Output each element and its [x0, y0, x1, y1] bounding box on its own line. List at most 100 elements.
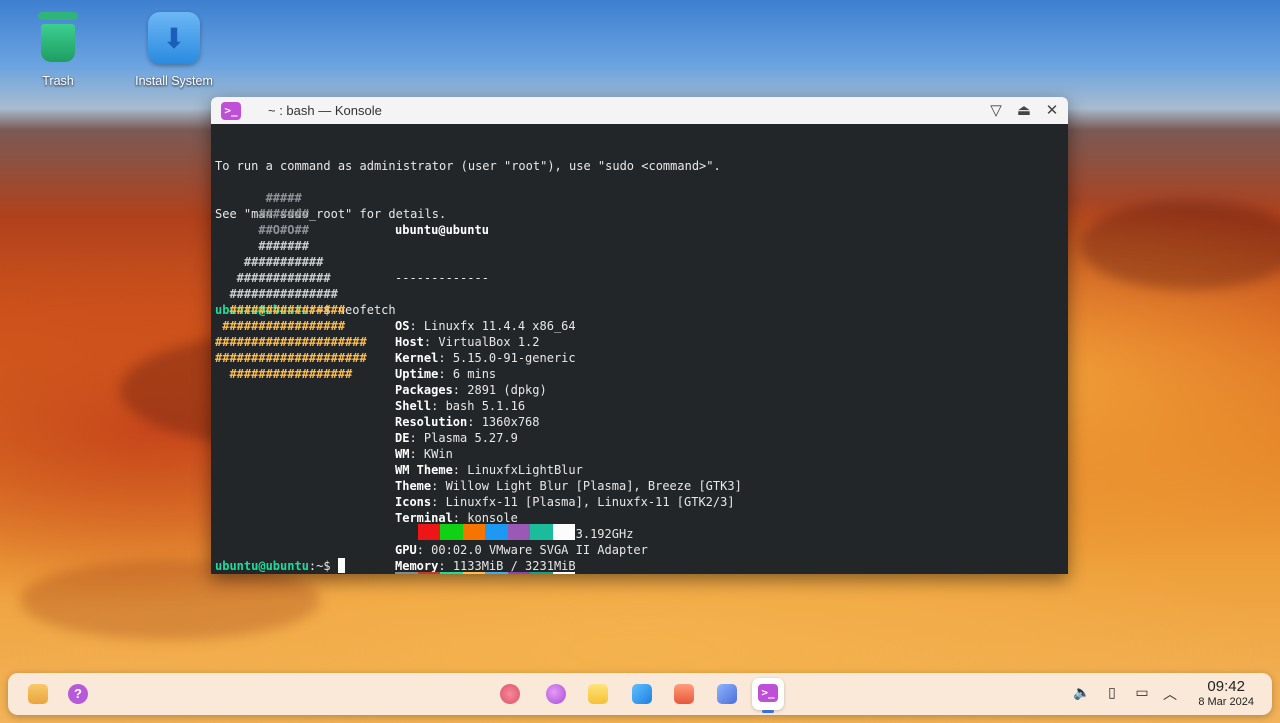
konsole-icon: >_ [221, 101, 241, 120]
taskbar: ? >_ 🔈 ▯ ▭ ︿ 09:42 8 Mar 2024 [8, 673, 1272, 715]
color-swatch [395, 524, 418, 540]
color-palette [395, 492, 575, 574]
maximize-icon[interactable]: ⏏ [1014, 101, 1034, 121]
color-swatch [507, 572, 530, 574]
color-swatch [530, 572, 553, 574]
distro-logo: ##### ####### ##O#O## ####### ##########… [215, 190, 367, 382]
color-swatch [507, 524, 530, 540]
color-swatch [552, 572, 575, 574]
clock-date: 8 Mar 2024 [1198, 696, 1254, 708]
info-key: WM Theme [395, 463, 453, 477]
info-header: ubuntu@ubuntu [395, 223, 489, 237]
prompt-path: :~$ [308, 559, 338, 573]
text-cursor [337, 558, 345, 573]
shade-icon[interactable]: ▽ [986, 101, 1006, 121]
clock-time: 09:42 [1207, 678, 1245, 695]
prompt-line: ubuntu@ubuntu:~$ [215, 558, 345, 574]
logo-line: ##################### [215, 335, 367, 349]
windows-icon[interactable] [632, 684, 652, 704]
info-key: Host [395, 335, 424, 349]
color-swatch [462, 572, 485, 574]
clock[interactable]: 09:42 8 Mar 2024 [1198, 678, 1254, 709]
info-key: DE [395, 431, 410, 445]
konsole-window[interactable]: >_ ~ : bash — Konsole ▽ ⏏ ✕ To run a com… [211, 97, 1068, 574]
info-value: 5.15.0-91-generic [452, 351, 576, 365]
color-swatch [485, 524, 508, 540]
info-value: Plasma 5.27.9 [423, 431, 518, 445]
prompt-user: ubuntu@ubuntu [215, 559, 309, 573]
terminal-area[interactable]: To run a command as administrator (user … [211, 124, 1068, 574]
logo-line: ################ [215, 303, 346, 317]
install-icon: ⬇ [148, 12, 200, 64]
desktop-icon-label: Install System [135, 74, 213, 88]
info-key: Theme [395, 479, 432, 493]
trash-icon [32, 12, 84, 64]
color-swatch [440, 572, 463, 574]
info-key: Packages [395, 383, 453, 397]
software-icon[interactable] [717, 684, 737, 704]
notes-icon[interactable] [588, 684, 608, 704]
launcher-icon[interactable] [500, 684, 520, 704]
info-key: Uptime [395, 367, 439, 381]
logo-line: ##### [215, 191, 302, 205]
logo-line: ########### [215, 255, 324, 269]
color-swatch [440, 524, 463, 540]
info-line: Kernel: 5.15.0-91-generic [395, 351, 576, 365]
search-icon[interactable] [546, 684, 566, 704]
color-swatch [530, 524, 553, 540]
help-icon[interactable]: ? [68, 684, 88, 704]
info-line: OS: Linuxfx 11.4.4 x86_64 [395, 319, 576, 333]
info-value: 6 mins [452, 367, 497, 381]
info-value: 1360x768 [481, 415, 540, 429]
info-line: DE: Plasma 5.27.9 [395, 431, 518, 445]
volume-icon[interactable]: 🔈 [1072, 684, 1092, 701]
logo-line: ################# [215, 367, 353, 381]
desktop-icon-install-system[interactable]: ⬇ Install System [129, 12, 219, 88]
color-swatch [417, 572, 440, 574]
taskbar-konsole[interactable]: >_ [752, 678, 784, 713]
active-indicator [762, 710, 774, 713]
info-value: Linuxfx 11.4.4 x86_64 [423, 319, 576, 333]
info-line: Shell: bash 5.1.16 [395, 399, 526, 413]
info-key: WM [395, 447, 410, 461]
logo-line: ############# [215, 271, 331, 285]
color-swatch [462, 524, 485, 540]
info-value: LinuxfxLightBlur [467, 463, 583, 477]
info-line: Uptime: 6 mins [395, 367, 497, 381]
info-line: Resolution: 1360x768 [395, 415, 540, 429]
logo-line: ##################### [215, 351, 367, 365]
info-separator: ------------- [395, 271, 489, 285]
info-key: OS [395, 319, 410, 333]
files-icon[interactable] [28, 684, 48, 704]
battery-icon[interactable]: ▯ [1102, 684, 1122, 701]
color-swatch [552, 524, 575, 540]
info-key: Kernel [395, 351, 439, 365]
info-value: 2891 (dpkg) [467, 383, 547, 397]
window-titlebar[interactable]: >_ ~ : bash — Konsole ▽ ⏏ ✕ [211, 97, 1068, 124]
desktop-icon-label: Trash [42, 74, 74, 88]
dune-shadow [1080, 200, 1280, 290]
color-swatch [485, 572, 508, 574]
chevron-up-icon[interactable]: ︿ [1160, 684, 1180, 704]
info-line: WM: KWin [395, 447, 453, 461]
logo-line: ############### [215, 287, 338, 301]
terminal-line: To run a command as administrator (user … [215, 159, 721, 173]
info-key: Resolution [395, 415, 468, 429]
color-swatch [395, 572, 418, 574]
info-value: Willow Light Blur [Plasma], Breeze [GTK3… [445, 479, 742, 493]
logo-line: ####### [215, 207, 309, 221]
info-value: bash 5.1.16 [445, 399, 526, 413]
color-swatch [417, 524, 440, 540]
info-value: VirtualBox 1.2 [438, 335, 540, 349]
desktop-icon-trash[interactable]: Trash [13, 12, 103, 88]
info-key: Shell [395, 399, 432, 413]
konsole-icon: >_ [758, 684, 778, 702]
network-icon[interactable]: ▭ [1132, 684, 1152, 701]
logo-line: ####### [215, 239, 309, 253]
info-line: WM Theme: LinuxfxLightBlur [395, 463, 583, 477]
info-line: Packages: 2891 (dpkg) [395, 383, 547, 397]
store-icon[interactable] [674, 684, 694, 704]
info-value: KWin [423, 447, 453, 461]
window-title: ~ : bash — Konsole [268, 103, 382, 118]
close-icon[interactable]: ✕ [1042, 101, 1062, 121]
